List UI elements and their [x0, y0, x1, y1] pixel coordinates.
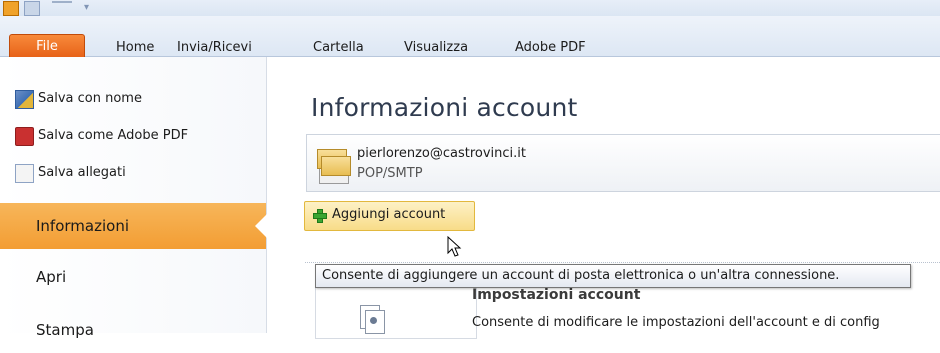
mouse-pointer-icon: [447, 236, 462, 257]
nav-informazioni[interactable]: Informazioni: [0, 203, 267, 249]
add-account-button[interactable]: Aggiungi account: [304, 201, 475, 231]
save-as-pdf-command[interactable]: Salva come Adobe PDF: [15, 126, 189, 146]
tab-invia-ricevi[interactable]: Invia/Ricevi: [177, 38, 252, 58]
account-cards-icon: [317, 145, 351, 184]
save-attachments-command[interactable]: Salva allegati: [15, 163, 126, 183]
attachments-icon: [15, 164, 34, 183]
nav-apri[interactable]: Apri: [0, 254, 266, 300]
save-as-icon: [15, 90, 34, 109]
undo-icon[interactable]: [52, 1, 72, 16]
account-email: pierlorenzo@castrovinci.it: [357, 146, 526, 161]
tab-cartella[interactable]: Cartella: [313, 38, 364, 58]
add-account-label: Aggiungi account: [332, 207, 446, 222]
save-as-pdf-label: Salva come Adobe PDF: [38, 128, 189, 143]
title-bar: ▾: [0, 0, 940, 16]
save-icon[interactable]: [24, 1, 40, 16]
pdf-icon: [15, 127, 34, 146]
backstage-nav: Salva con nome Salva come Adobe PDF Salv…: [0, 57, 267, 339]
nav-stampa[interactable]: Stampa: [0, 307, 266, 353]
save-as-command[interactable]: Salva con nome: [15, 89, 142, 109]
save-as-label: Salva con nome: [38, 91, 142, 106]
add-account-tooltip: Consente di aggiungere un account di pos…: [315, 264, 911, 288]
outlook-app-icon[interactable]: [3, 1, 19, 16]
account-settings-icon: [360, 305, 385, 334]
save-attachments-label: Salva allegati: [38, 165, 126, 180]
account-settings-description: Consente di modificare le impostazioni d…: [472, 315, 880, 330]
green-plus-icon: [313, 209, 327, 223]
customize-toolbar-icon[interactable]: ▾: [84, 1, 100, 14]
section-divider: [305, 262, 940, 263]
page-title: Informazioni account: [311, 93, 578, 122]
account-selector[interactable]: pierlorenzo@castrovinci.it POP/SMTP: [306, 134, 940, 192]
tab-visualizza[interactable]: Visualizza: [404, 38, 468, 58]
account-info-panel: Informazioni account pierlorenzo@castrov…: [267, 57, 940, 339]
tab-home[interactable]: Home: [116, 38, 154, 58]
account-settings-title: Impostazioni account: [472, 287, 641, 303]
ribbon-tabs: File Home Invia/Ricevi Cartella Visualiz…: [0, 16, 940, 61]
account-type: POP/SMTP: [357, 166, 423, 181]
tab-adobe-pdf[interactable]: Adobe PDF: [515, 38, 586, 58]
account-settings-button[interactable]: [315, 282, 477, 339]
